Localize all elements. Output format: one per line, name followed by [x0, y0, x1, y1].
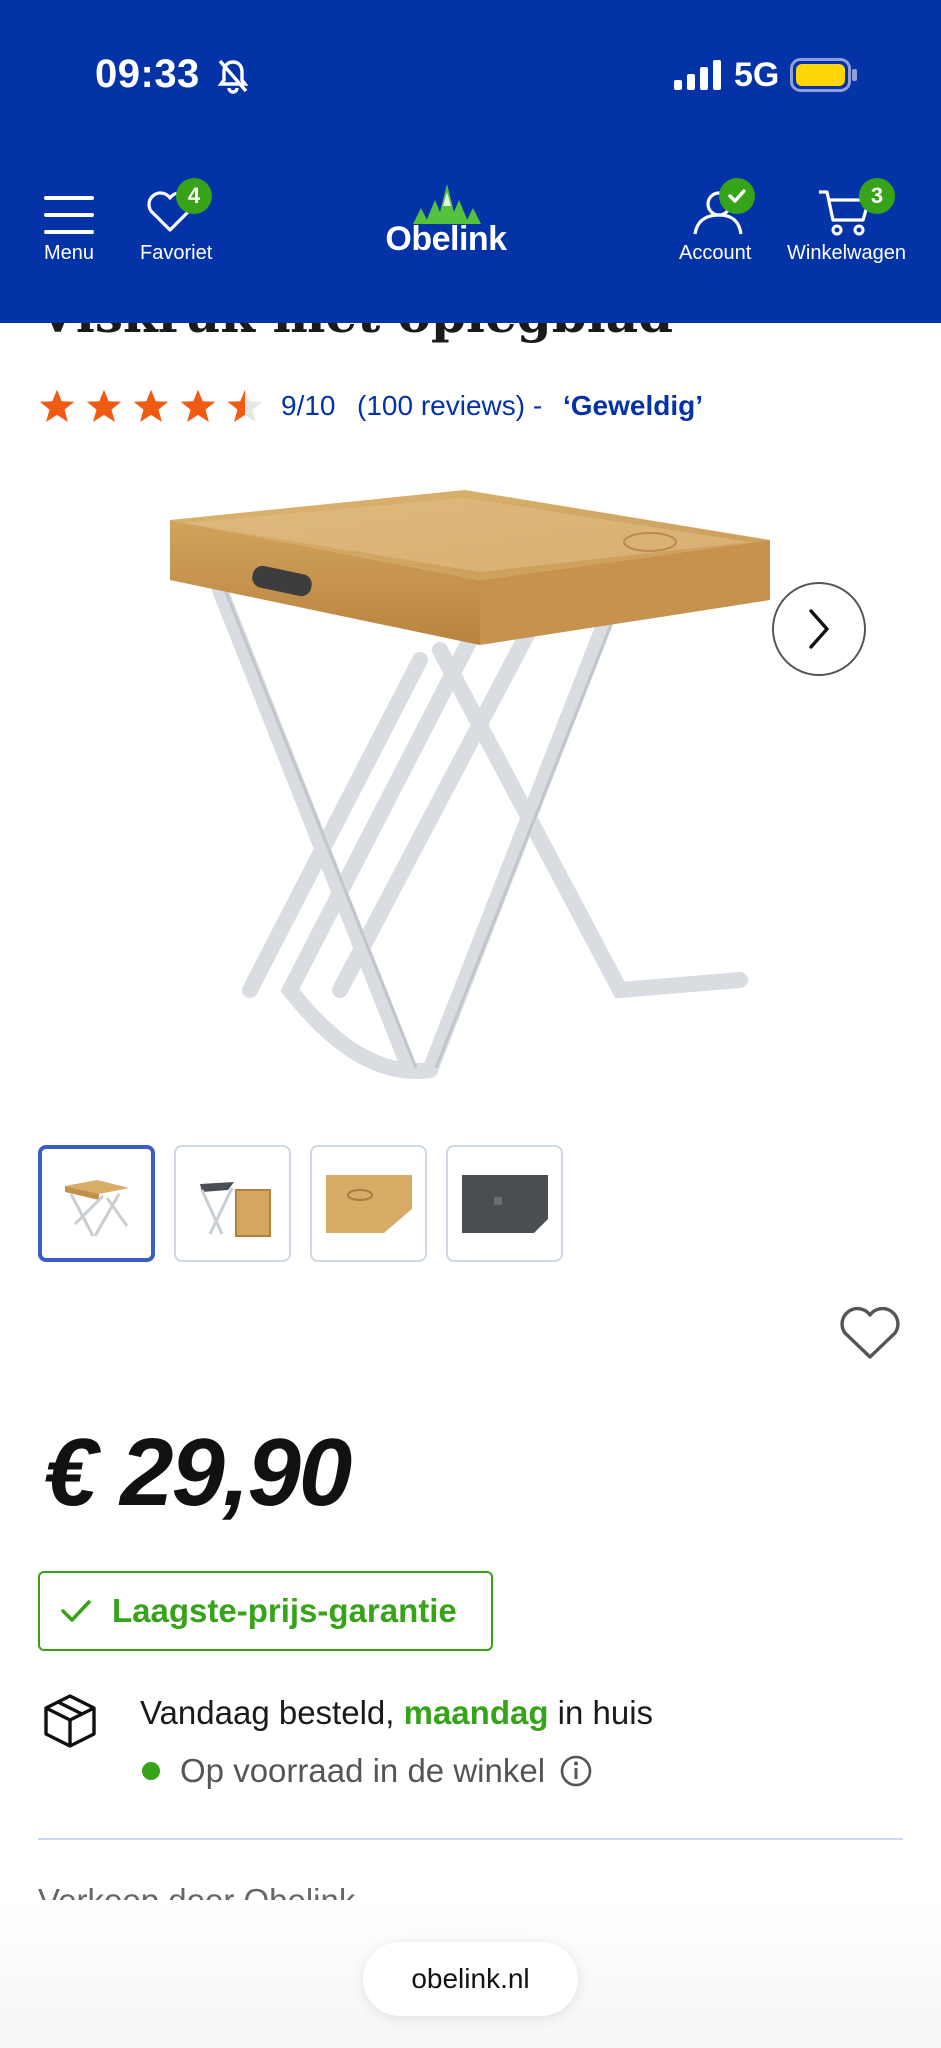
logo-trees-icon [413, 184, 481, 224]
product-main-image[interactable] [140, 470, 780, 1100]
checkmark-icon [61, 1600, 91, 1622]
thumbnail-1[interactable] [38, 1145, 155, 1262]
delivery-prefix: Vandaag besteld, [140, 1694, 404, 1731]
half-star-icon [227, 389, 263, 422]
product-title: Viskruk met oplegblad [38, 323, 673, 344]
account-label: Account [679, 242, 752, 264]
hamburger-icon [44, 196, 94, 234]
thumbnail-3[interactable] [310, 1145, 427, 1262]
site-header: 09:33 5G Menu 4 Favoriet Obelink Account… [0, 0, 941, 323]
thumbnail-2[interactable] [174, 1145, 291, 1262]
thumbnail-seat-closeup-image [461, 1174, 548, 1233]
next-image-button[interactable] [772, 582, 866, 676]
account-check-badge [719, 178, 755, 214]
thumbnail-4[interactable] [446, 1145, 563, 1262]
info-icon[interactable] [559, 1754, 593, 1788]
favorites-label: Favoriet [140, 242, 213, 264]
menu-label: Menu [44, 242, 95, 264]
star-icon [39, 389, 75, 422]
url-bar[interactable]: obelink.nl [363, 1942, 578, 2016]
package-icon [44, 1694, 96, 1748]
signal-icon [674, 60, 721, 90]
delivery-info: Vandaag besteld, maandag in huis [140, 1694, 653, 1732]
battery-icon [790, 58, 857, 92]
cart-count-badge: 3 [859, 178, 895, 214]
logo-text: Obelink [385, 220, 507, 258]
delivery-day: maandag [403, 1694, 549, 1731]
check-icon [728, 189, 746, 203]
favorites-count-badge: 4 [176, 178, 212, 214]
lowest-price-guarantee[interactable]: Laagste-prijs-garantie [38, 1571, 493, 1651]
network-label: 5G [734, 56, 780, 94]
chevron-right-icon [809, 609, 829, 649]
stock-info: Op voorraad in de winkel [140, 1752, 593, 1790]
image-thumbnails [38, 1145, 563, 1262]
delivery-suffix: in huis [548, 1694, 654, 1731]
thumbnail-stool-folded-image [199, 1181, 271, 1237]
product-title-container: Viskruk met oplegblad [0, 323, 941, 353]
cart-label: Winkelwagen [787, 242, 906, 264]
in-stock-dot-icon [142, 1762, 160, 1780]
rating-stars [38, 388, 264, 424]
product-price: € 29,90 [44, 1419, 352, 1526]
star-icon [180, 389, 216, 422]
status-time: 09:33 [95, 52, 200, 96]
rating-score: 9/10 [281, 390, 336, 421]
star-icon [133, 389, 169, 422]
guarantee-label: Laagste-prijs-garantie [112, 1592, 457, 1629]
heart-outline-icon [840, 1306, 900, 1359]
obelink-logo[interactable]: Obelink [367, 182, 525, 266]
rating-verdict: ‘Geweldig’ [563, 390, 704, 421]
star-icon [86, 389, 122, 422]
thumbnail-stool-image [64, 1179, 129, 1237]
stock-label: Op voorraad in de winkel [180, 1752, 546, 1789]
rating-summary[interactable]: 9/10 (100 reviews) - ‘Geweldig’ [38, 386, 703, 426]
add-to-favorites-button[interactable] [838, 1305, 902, 1363]
rating-reviews-link[interactable]: (100 reviews) - [357, 390, 542, 422]
product-photo [170, 490, 770, 1079]
section-divider [38, 1838, 903, 1840]
bell-muted-icon [217, 59, 249, 94]
thumbnail-tray-closeup-image [325, 1174, 412, 1233]
